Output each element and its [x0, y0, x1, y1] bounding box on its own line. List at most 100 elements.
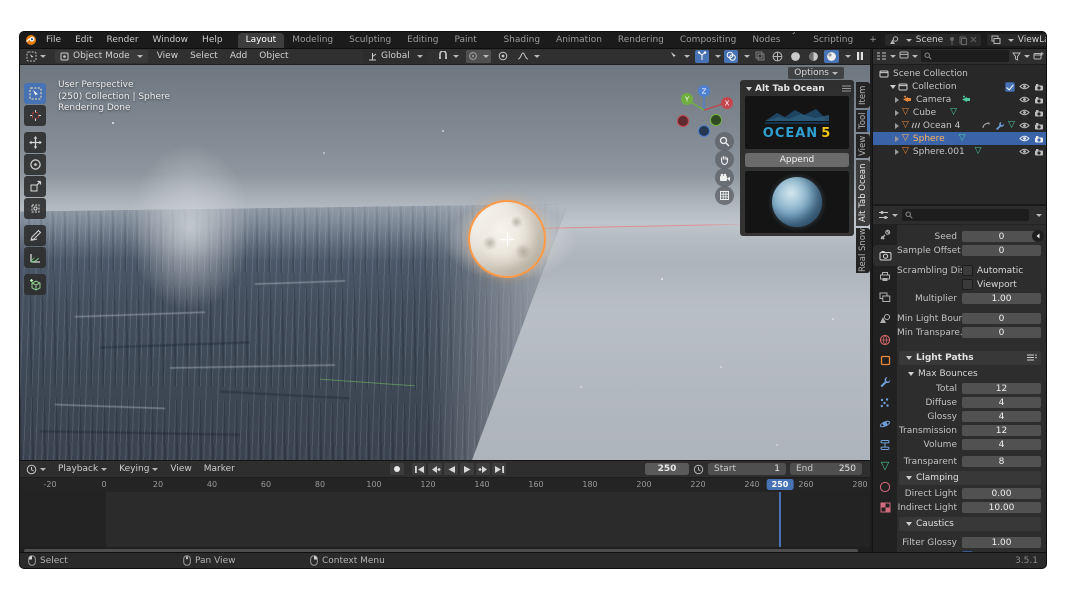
filter-glossy-field[interactable]: 1.00	[962, 537, 1041, 548]
playhead-line[interactable]	[779, 492, 781, 547]
shading-solid-button[interactable]	[788, 50, 803, 63]
search-options-icon[interactable]	[1036, 214, 1042, 217]
expand-icon[interactable]	[895, 136, 899, 142]
shading-wireframe-button[interactable]	[770, 50, 785, 63]
transmission-field[interactable]: 12	[962, 425, 1041, 436]
workspace-tab-layout[interactable]: Layout	[238, 33, 285, 48]
disable-render-camera-icon[interactable]	[1034, 148, 1044, 156]
menu-object[interactable]: Object	[253, 51, 294, 61]
outliner-editor-type-button[interactable]	[876, 51, 896, 61]
view-layer-selector[interactable]: ViewLayer	[987, 34, 1046, 46]
outliner-row-cube[interactable]: ▽ Cube ▽	[873, 106, 1046, 119]
menu-edit[interactable]: Edit	[68, 35, 99, 45]
shading-material-button[interactable]	[806, 50, 821, 63]
zoom-button[interactable]	[715, 132, 734, 151]
new-scene-icon[interactable]	[959, 36, 967, 45]
tool-add-primitive[interactable]	[24, 274, 46, 295]
workspace-tab-rendering[interactable]: Rendering	[610, 33, 672, 48]
hide-eye-icon[interactable]	[1019, 83, 1030, 90]
scene-selector[interactable]: Scene	[885, 34, 981, 46]
menu-file[interactable]: File	[39, 35, 68, 45]
preset-menu-icon[interactable]	[1027, 354, 1037, 362]
workspace-tab-shading[interactable]: Shading	[495, 33, 548, 48]
tab-modifiers[interactable]	[873, 371, 897, 392]
workspace-tab-texture-paint[interactable]: Texture Paint	[447, 32, 496, 48]
hide-eye-icon[interactable]	[1019, 109, 1030, 116]
panel-menu-icon[interactable]	[842, 85, 851, 92]
menu-marker[interactable]: Marker	[198, 464, 241, 474]
workspace-tab-compositing[interactable]: Compositing	[672, 33, 744, 48]
orthographic-toggle-button[interactable]	[715, 186, 734, 205]
light-paths-panel-header[interactable]: Light Paths	[899, 351, 1041, 365]
properties-search-input[interactable]	[902, 209, 1029, 221]
min-light-field[interactable]: 0	[962, 313, 1041, 324]
next-keyframe-button[interactable]	[476, 463, 490, 475]
mesh-data-icon[interactable]: ▽	[975, 147, 982, 156]
tool-select-box[interactable]	[24, 83, 46, 104]
play-button[interactable]	[460, 463, 474, 475]
expand-icon[interactable]	[890, 85, 896, 89]
shading-rendered-button[interactable]	[824, 50, 839, 63]
pan-button[interactable]	[715, 150, 734, 169]
workspace-tab-geometry-nodes[interactable]: Geometry Nodes	[744, 32, 805, 48]
indirect-light-field[interactable]: 10.00	[962, 502, 1041, 513]
menu-view[interactable]: View	[164, 464, 197, 474]
outliner-search-input[interactable]	[921, 50, 1009, 62]
disable-render-camera-icon[interactable]	[1034, 122, 1044, 130]
sidebar-tab-real-snow[interactable]: Real Snow	[856, 228, 870, 273]
disable-render-camera-icon[interactable]	[1034, 135, 1044, 143]
tool-scale[interactable]	[24, 176, 46, 197]
workspace-tab-modeling[interactable]: Modeling	[284, 33, 341, 48]
new-collection-button[interactable]	[1033, 51, 1044, 61]
unlink-scene-icon[interactable]	[970, 36, 977, 43]
mode-selector[interactable]: Object Mode	[55, 50, 148, 63]
tab-world[interactable]	[873, 329, 897, 350]
workspace-tab-animation[interactable]: Animation	[548, 33, 610, 48]
tab-constraints[interactable]	[873, 434, 897, 455]
timeline-ruler[interactable]: -20 0 20 40 60 80 100 120 140 160 180 20…	[20, 478, 870, 493]
tab-physics[interactable]	[873, 413, 897, 434]
workspace-tab-scripting[interactable]: Scripting	[805, 33, 861, 48]
jump-to-start-button[interactable]	[412, 463, 426, 475]
current-frame-field[interactable]: 250	[645, 463, 689, 475]
mesh-data-icon[interactable]: ▽	[950, 108, 957, 117]
jump-to-end-button[interactable]	[492, 463, 506, 475]
snap-target-button[interactable]	[466, 50, 491, 63]
transparent-field[interactable]: 8	[962, 456, 1041, 467]
camera-data-icon[interactable]	[961, 95, 971, 104]
timecode-clock-icon[interactable]	[693, 464, 704, 475]
sample-offset-field[interactable]: 0	[962, 245, 1041, 256]
tab-texture[interactable]	[873, 497, 897, 518]
tool-cursor[interactable]	[24, 105, 46, 126]
hide-eye-icon[interactable]	[1019, 96, 1030, 103]
seed-field[interactable]: 0	[962, 231, 1041, 242]
end-frame-field[interactable]: End250	[790, 463, 862, 475]
sidebar-tab-view[interactable]: View	[856, 134, 870, 158]
total-field[interactable]: 12	[962, 383, 1041, 394]
object-visibility-dropdown[interactable]	[667, 50, 692, 63]
menu-view[interactable]: View	[151, 51, 184, 61]
tool-measure[interactable]	[24, 247, 46, 268]
append-button[interactable]: Append	[745, 153, 849, 167]
blender-logo-icon[interactable]	[25, 34, 37, 46]
disable-render-camera-icon[interactable]	[1034, 109, 1044, 117]
workspace-tab-uv-editing[interactable]: UV Editing	[399, 32, 446, 48]
multiplier-field[interactable]: 1.00	[962, 293, 1041, 304]
tool-annotate[interactable]	[24, 225, 46, 246]
diffuse-field[interactable]: 4	[962, 397, 1041, 408]
menu-select[interactable]: Select	[184, 51, 224, 61]
playhead-badge[interactable]: 250	[767, 479, 794, 490]
mesh-data-icon[interactable]: ▽	[959, 134, 966, 143]
clamping-panel-header[interactable]: Clamping	[899, 471, 1041, 485]
hide-eye-icon[interactable]	[1019, 122, 1030, 129]
snap-toggle[interactable]	[436, 50, 461, 63]
menu-window[interactable]: Window	[146, 35, 196, 45]
viewport-checkbox[interactable]	[962, 279, 973, 290]
menu-help[interactable]: Help	[195, 35, 230, 45]
tab-output[interactable]	[873, 266, 897, 287]
orientation-selector[interactable]: Global	[363, 50, 428, 63]
timeline-tracks[interactable]	[20, 492, 870, 547]
collection-checkbox[interactable]	[1005, 82, 1015, 92]
add-workspace-button[interactable]: +	[861, 33, 885, 48]
expand-icon[interactable]	[895, 110, 899, 116]
